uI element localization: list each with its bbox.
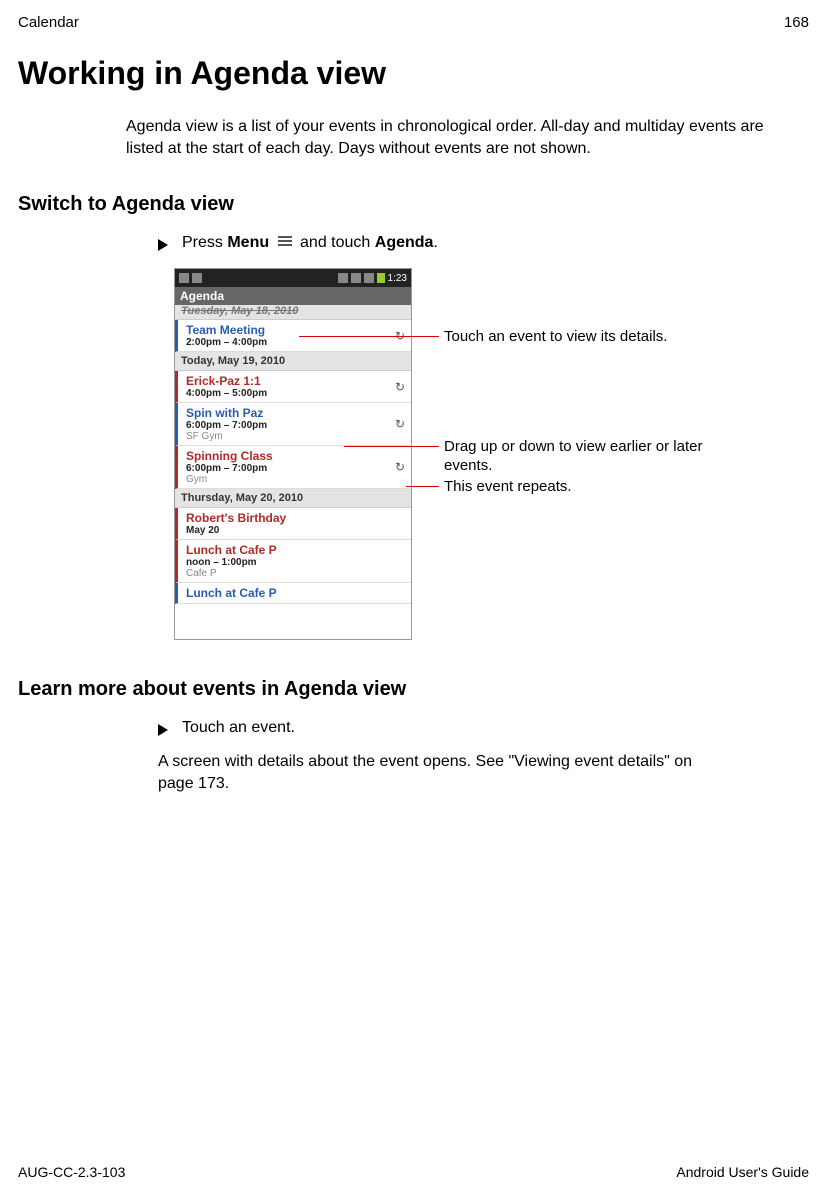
repeat-icon: ↻ xyxy=(395,380,405,394)
agenda-event[interactable]: Erick-Paz 1:14:00pm – 5:00pm↻ xyxy=(175,371,411,403)
signal-icon xyxy=(364,273,374,283)
repeat-icon: ↻ xyxy=(395,460,405,474)
menu-icon xyxy=(278,236,292,248)
notif-icon xyxy=(179,273,189,283)
agenda-event[interactable]: Lunch at Cafe Pnoon – 1:00pmCafe P xyxy=(175,540,411,583)
event-title: Robert's Birthday xyxy=(186,511,405,525)
intro-paragraph: Agenda view is a list of your events in … xyxy=(126,116,799,159)
notif-icon xyxy=(192,273,202,283)
page: Calendar 168 Working in Agenda view Agen… xyxy=(0,0,827,1196)
event-time: 2:00pm – 4:00pm xyxy=(186,337,405,348)
clock: 1:23 xyxy=(388,273,407,284)
step-text: Press Menu and touch Agenda. xyxy=(182,234,438,252)
footer: AUG-CC-2.3-103 Android User's Guide xyxy=(18,1164,809,1180)
event-location: Cafe P xyxy=(186,568,405,579)
doc-id: AUG-CC-2.3-103 xyxy=(18,1164,125,1180)
callout-text: This event repeats. xyxy=(444,478,572,497)
callout-line xyxy=(299,336,439,337)
subhead-learn-more: Learn more about events in Agenda view xyxy=(18,678,809,701)
section-name: Calendar xyxy=(18,14,79,31)
event-title: Lunch at Cafe P xyxy=(186,543,405,557)
step-text: Touch an event. xyxy=(182,719,295,737)
event-title: Lunch at Cafe P xyxy=(186,586,405,600)
status-bar: 1:23 xyxy=(175,269,411,287)
callout-line xyxy=(344,446,439,447)
subhead-switch: Switch to Agenda view xyxy=(18,193,809,216)
signal-icon xyxy=(351,273,361,283)
battery-icon xyxy=(377,273,385,283)
event-time: 6:00pm – 7:00pm xyxy=(186,463,405,474)
event-time: 4:00pm – 5:00pm xyxy=(186,388,405,399)
running-header: Calendar 168 xyxy=(18,14,809,31)
event-location: Gym xyxy=(186,474,405,485)
figure: 1:23 Agenda Tuesday, May 18, 2010 Team M… xyxy=(174,268,799,648)
bullet-triangle-icon xyxy=(158,724,168,736)
page-number: 168 xyxy=(784,14,809,31)
detail-paragraph: A screen with details about the event op… xyxy=(158,751,718,794)
event-time: May 20 xyxy=(186,525,405,536)
day-header: Today, May 19, 2010 xyxy=(175,352,411,371)
event-title: Spin with Paz xyxy=(186,406,405,420)
body: Agenda view is a list of your events in … xyxy=(126,116,799,159)
day-header: Thursday, May 20, 2010 xyxy=(175,489,411,508)
event-title: Erick-Paz 1:1 xyxy=(186,374,405,388)
step-press-menu: Press Menu and touch Agenda. xyxy=(158,234,799,252)
guide-name: Android User's Guide xyxy=(676,1164,809,1180)
event-title: Team Meeting xyxy=(186,323,405,337)
phone-screenshot: 1:23 Agenda Tuesday, May 18, 2010 Team M… xyxy=(174,268,412,640)
event-list[interactable]: Team Meeting2:00pm – 4:00pm ↻ Today, May 1… xyxy=(175,320,411,604)
callout-text: Drag up or down to view earlier or later… xyxy=(444,438,744,476)
bullet-triangle-icon xyxy=(158,239,168,251)
agenda-event[interactable]: Robert's BirthdayMay 20 xyxy=(175,508,411,540)
agenda-event[interactable]: Spinning Class6:00pm – 7:00pmGym↻ xyxy=(175,446,411,489)
agenda-event[interactable]: Lunch at Cafe P xyxy=(175,583,411,604)
callout-line xyxy=(406,486,439,487)
page-title: Working in Agenda view xyxy=(18,55,809,92)
callout-text: Touch an event to view its details. xyxy=(444,328,667,347)
event-time: 6:00pm – 7:00pm xyxy=(186,420,405,431)
event-location: SF Gym xyxy=(186,431,405,442)
agenda-event[interactable]: Spin with Paz6:00pm – 7:00pmSF Gym↻ xyxy=(175,403,411,446)
day-header: Tuesday, May 18, 2010 xyxy=(175,305,411,320)
event-title: Spinning Class xyxy=(186,449,405,463)
event-time: noon – 1:00pm xyxy=(186,557,405,568)
repeat-icon: ↻ xyxy=(395,417,405,431)
gps-icon xyxy=(338,273,348,283)
step-touch-event: Touch an event. xyxy=(158,719,799,737)
agenda-header: Agenda xyxy=(175,287,411,305)
